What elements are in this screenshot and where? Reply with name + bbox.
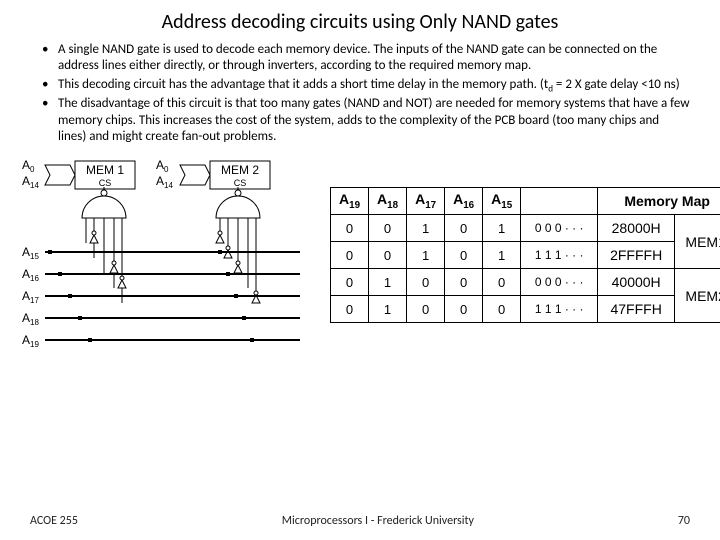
memory-map-table: A19A18A17A16A15 Memory Map 001010 0 0 · …: [330, 187, 720, 323]
table-row: 001010 0 0 · · ·28000HMEM1: [331, 215, 720, 242]
svg-text:A14: A14: [22, 174, 39, 190]
footer-right: 70: [678, 514, 690, 528]
table-row: 001011 1 1 · · ·2FFFFH: [331, 242, 720, 269]
footer-left: ACOE 255: [30, 514, 78, 528]
svg-text:A19: A19: [22, 333, 39, 349]
table-row: 010000 0 0 · · ·40000HMEM2: [331, 269, 720, 296]
bullet-item: This decoding circuit has the advantage …: [48, 77, 690, 95]
slide-title: Address decoding circuits using Only NAN…: [0, 0, 720, 42]
svg-text:A16: A16: [22, 267, 39, 283]
table-row: 010001 1 1 · · ·47FFFH: [331, 296, 720, 323]
svg-text:A17: A17: [22, 289, 39, 305]
svg-text:CS: CS: [234, 178, 247, 188]
bullet-item: The disadvantage of this circuit is that…: [48, 96, 690, 145]
svg-text:A0: A0: [22, 158, 35, 174]
svg-text:A18: A18: [22, 311, 39, 327]
bullet-item: A single NAND gate is used to decode eac…: [48, 42, 690, 75]
footer-center: Microprocessors I - Frederick University: [282, 514, 474, 528]
svg-text:MEM 2: MEM 2: [221, 163, 259, 177]
svg-text:MEM 1: MEM 1: [86, 163, 124, 177]
bullet-list: A single NAND gate is used to decode eac…: [0, 42, 720, 145]
circuit-diagram: MEM 1 CS A0 A14 MEM 2 CS A0 A14: [20, 157, 320, 387]
svg-text:CS: CS: [99, 178, 112, 188]
svg-text:A14: A14: [156, 174, 173, 190]
svg-text:A0: A0: [156, 158, 169, 174]
svg-text:A15: A15: [22, 245, 39, 261]
